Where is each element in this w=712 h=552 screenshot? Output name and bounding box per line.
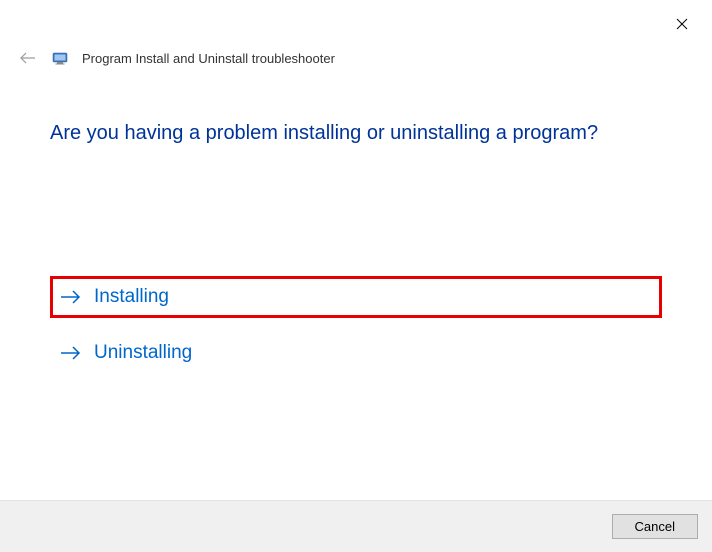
option-installing[interactable]: Installing bbox=[50, 276, 662, 318]
question-heading: Are you having a problem installing or u… bbox=[50, 120, 662, 146]
footer: Cancel bbox=[0, 500, 712, 552]
close-icon bbox=[676, 18, 688, 30]
option-uninstalling[interactable]: Uninstalling bbox=[50, 332, 662, 374]
close-button[interactable] bbox=[670, 12, 694, 36]
arrow-right-icon bbox=[60, 345, 82, 361]
cancel-button[interactable]: Cancel bbox=[612, 514, 698, 539]
options-list: Installing Uninstalling bbox=[50, 276, 662, 374]
option-label: Uninstalling bbox=[94, 342, 192, 364]
page-title: Program Install and Uninstall troublesho… bbox=[82, 51, 335, 66]
content-area: Are you having a problem installing or u… bbox=[0, 68, 712, 374]
back-button[interactable] bbox=[18, 48, 38, 68]
troubleshooter-icon bbox=[52, 50, 68, 66]
arrow-right-icon bbox=[60, 289, 82, 305]
back-arrow-icon bbox=[19, 51, 37, 65]
option-label: Installing bbox=[94, 286, 169, 308]
header: Program Install and Uninstall troublesho… bbox=[0, 0, 712, 68]
